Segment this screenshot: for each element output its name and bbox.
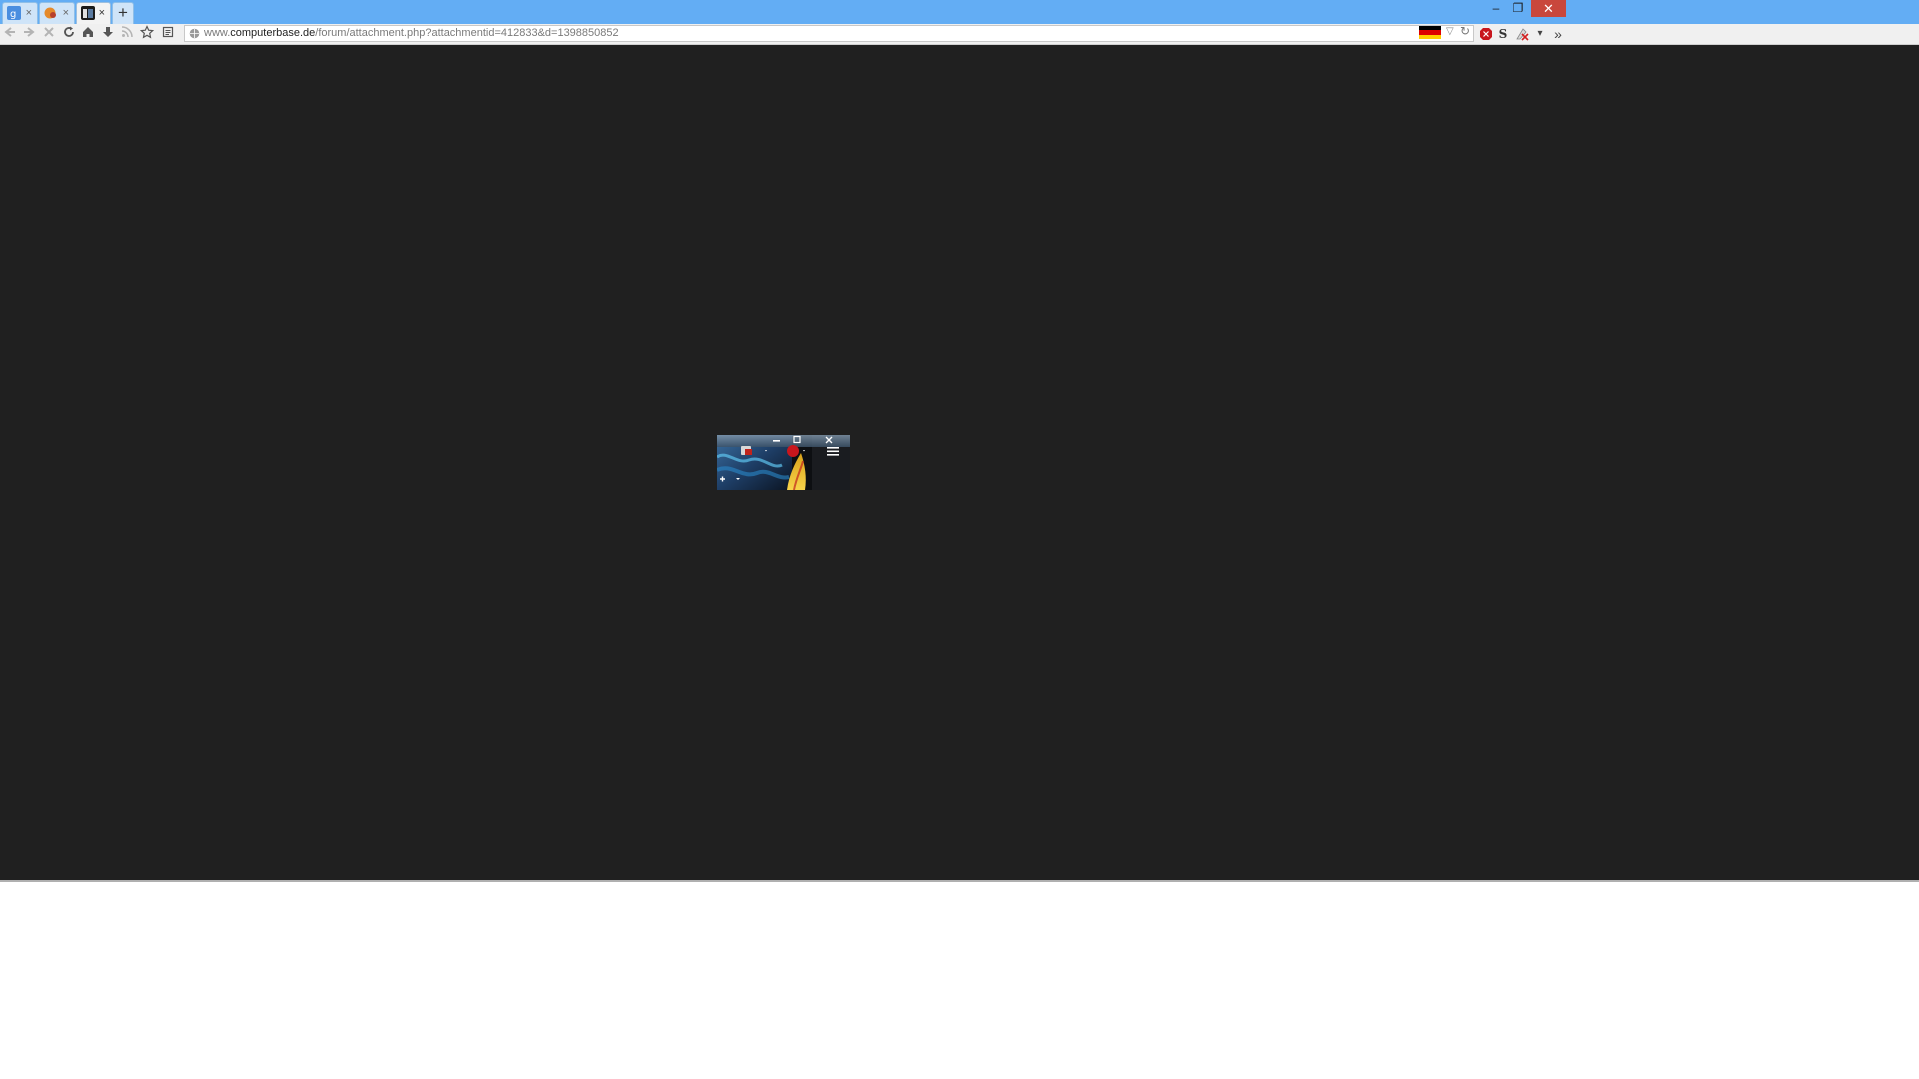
new-tab-button[interactable]: + [112,2,134,24]
abp-icon [787,445,799,457]
forward-icon[interactable] [20,25,38,43]
url-text[interactable]: www.computerbase.de/forum/attachment.php… [204,26,619,41]
globe-icon [189,28,200,39]
tab-computerbase[interactable]: × [39,2,75,24]
home-icon[interactable] [79,25,97,43]
tab-close-icon[interactable]: × [63,6,69,20]
tab-strip: g × × × + – ❐ ✕ [0,0,1919,24]
download-icon[interactable] [99,25,117,43]
url-domain: computerbase.de [230,27,316,39]
viewed-image[interactable] [717,435,850,490]
google-icon: g [7,6,21,20]
bottom-area [0,882,1919,1079]
url-prefix: www. [204,27,231,39]
url-reload-icon[interactable]: ↻ [1460,24,1470,39]
minimize-button[interactable]: – [1485,0,1507,17]
maximize-button[interactable]: ❐ [1507,0,1529,17]
german-flag-icon[interactable] [1419,26,1441,39]
stop-icon[interactable] [40,25,58,43]
s-icon[interactable]: S [1495,26,1511,42]
computerbase-icon [44,6,58,20]
minimize-icon [773,440,780,442]
address-bar[interactable]: www.computerbase.de/forum/attachment.php… [184,25,1474,42]
reload-icon[interactable] [60,25,78,43]
overflow-chevron-icon[interactable]: » [1550,26,1566,42]
navigation-bar: www.computerbase.de/forum/attachment.php… [0,24,1919,45]
tab-image[interactable]: × [76,2,111,24]
rss-icon[interactable] [118,25,136,43]
tab-google[interactable]: g × [2,2,38,24]
no-script-icon[interactable] [1514,26,1530,42]
image-icon [81,6,95,20]
menu-icon [827,447,839,449]
url-path: /forum/attachment.php?attachmentid=41283… [315,27,619,39]
url-dropdown-icon[interactable]: ▽ [1446,24,1454,39]
back-icon[interactable] [1,25,19,43]
tab-close-icon[interactable]: × [26,6,32,20]
tab-close-icon[interactable]: × [99,6,105,20]
menu-dropdown-icon[interactable]: ▾ [1532,26,1548,42]
star-icon[interactable] [138,25,156,43]
adblock-icon[interactable] [1478,26,1494,42]
close-window-button[interactable]: ✕ [1531,0,1566,17]
image-thumbnail [717,435,850,490]
browser-window: g × × × + – ❐ ✕ www.computerbase.de/foru… [0,0,1919,1079]
svg-text:g: g [10,9,16,20]
reader-icon[interactable] [159,25,177,43]
